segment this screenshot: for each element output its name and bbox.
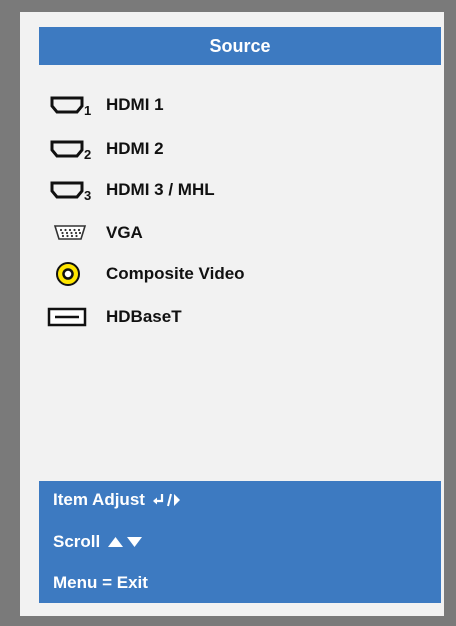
source-item-composite-video[interactable]: Composite Video [40,257,420,291]
hdmi-2-icon: 2 [40,132,106,166]
help-menu-exit: Menu = Exit [53,568,148,598]
help-bar: Item Adjust Scroll Menu = Exit [39,481,441,603]
help-item-adjust: Item Adjust [53,485,181,515]
source-label-hdmi-3-mhl: HDMI 3 / MHL [106,180,215,199]
source-item-hdmi-3-mhl[interactable]: 3 HDMI 3 / MHL [40,173,420,207]
source-label-hdbaset: HDBaseT [106,307,182,326]
source-item-hdbaset[interactable]: HDBaseT [40,300,420,334]
hdmi-1-digit: 1 [84,103,91,117]
hdmi-3-digit: 3 [84,188,91,202]
help-scroll-label: Scroll [53,532,101,551]
hdmi-2-digit: 2 [84,147,91,161]
hdmi-1-icon: 1 [40,88,106,122]
hdmi-3-icon: 3 [40,173,106,207]
help-scroll: Scroll [53,527,146,557]
source-label-hdmi-2: HDMI 2 [106,139,164,158]
help-menu-exit-label: Menu = Exit [53,573,148,592]
source-label-vga: VGA [106,223,143,242]
source-label-hdmi-1: HDMI 1 [106,95,164,114]
source-item-hdmi-1[interactable]: 1 HDMI 1 [40,88,420,122]
hdbaset-icon [40,300,106,334]
source-label-composite-video: Composite Video [106,264,245,283]
help-item-adjust-label: Item Adjust [53,490,145,509]
composite-video-icon [40,257,106,291]
enter-right-arrow-icon [151,491,181,509]
source-item-vga[interactable]: VGA [40,216,420,250]
source-item-hdmi-2[interactable]: 2 HDMI 2 [40,132,420,166]
vga-icon [40,216,106,250]
up-down-arrows-icon [106,534,146,550]
